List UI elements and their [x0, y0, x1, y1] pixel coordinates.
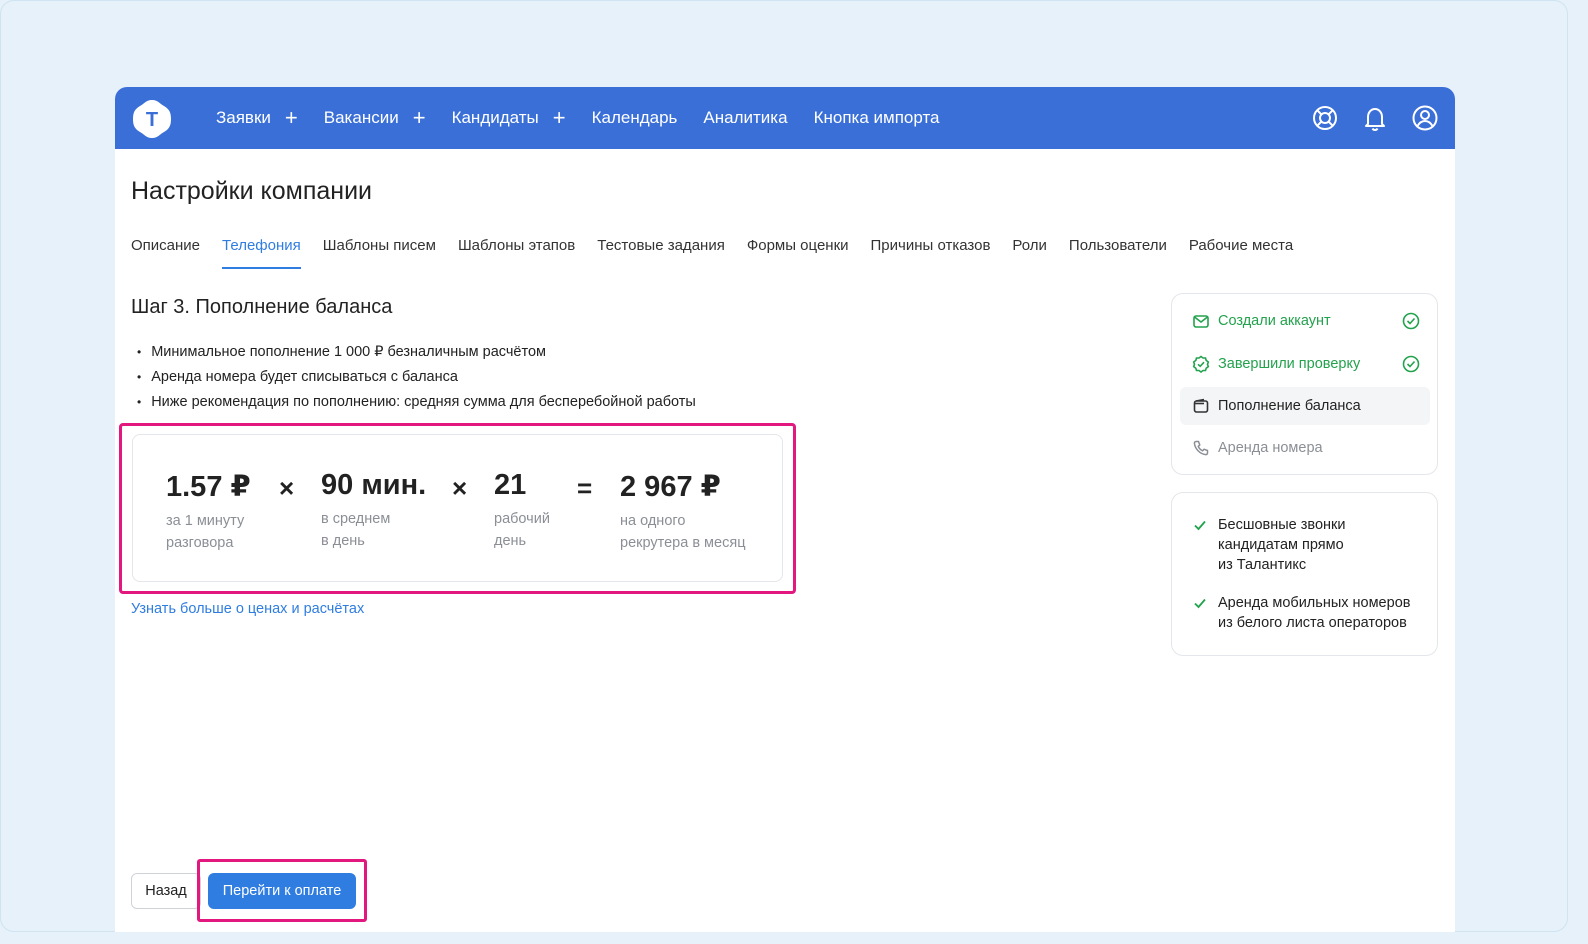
feature-line: из белого листа операторов [1218, 615, 1407, 631]
tab-test-tasks[interactable]: Тестовые задания [597, 237, 725, 269]
plus-icon[interactable]: + [413, 107, 426, 129]
plus-icon[interactable]: + [285, 107, 298, 129]
multiply-operator: × [452, 473, 468, 503]
wallet-icon [1193, 398, 1209, 413]
calc-value: 2 967 ₽ [620, 471, 721, 503]
nav-item-analytics[interactable]: Аналитика [703, 108, 787, 128]
learn-more-link[interactable]: Узнать больше о ценах и расчётах [131, 601, 364, 617]
help-lifebuoy-icon[interactable] [1311, 104, 1339, 132]
page-title: Настройки компании [131, 177, 373, 205]
nav-label: Аналитика [703, 108, 788, 127]
check-icon [1194, 598, 1206, 609]
feature-line: Бесшовные звонки [1218, 517, 1346, 533]
nav-label: Календарь [591, 108, 678, 127]
tab-roles[interactable]: Роли [1012, 237, 1047, 269]
calc-total: 2 967 ₽ на одного рекрутера в месяц [620, 469, 746, 554]
calc-value: 90 мин. [321, 469, 427, 501]
calc-caption: за 1 минуту [166, 513, 245, 529]
settings-tabs: Описание Телефония Шаблоны писем Шаблоны… [131, 237, 1315, 269]
list-item: • Минимальное пополнение 1 000 ₽ безнали… [137, 339, 696, 364]
tab-description[interactable]: Описание [131, 237, 200, 269]
calc-price-per-minute: 1.57 ₽ за 1 минуту разговора [166, 469, 251, 554]
feature-item: Аренда мобильных номеров из белого листа… [1192, 593, 1432, 633]
tab-email-templates[interactable]: Шаблоны писем [323, 237, 436, 269]
feature-item: Бесшовные звонки кандидатам прямо из Тал… [1192, 515, 1432, 575]
progress-step-number-rent: Аренда номера [1180, 429, 1430, 467]
calc-caption: разговора [166, 535, 234, 551]
bullet-dot: • [137, 394, 142, 409]
nav-item-calendar[interactable]: Календарь [592, 108, 678, 128]
calc-caption: день [494, 533, 527, 549]
bullet-dot: • [137, 369, 142, 384]
nav-item-import-button[interactable]: Кнопка импорта [814, 108, 940, 128]
back-button[interactable]: Назад [131, 873, 201, 909]
step-title: Шаг 3. Пополнение баланса [131, 296, 393, 318]
bullet-text: Аренда номера будет списываться с баланс… [151, 368, 458, 385]
list-item: • Аренда номера будет списываться с бала… [137, 364, 696, 389]
step-label: Создали аккаунт [1218, 313, 1331, 329]
check-circle-icon [1402, 355, 1420, 373]
feature-line: из Талантикс [1218, 557, 1307, 573]
logo-icon[interactable]: T [131, 98, 173, 140]
features-card: Бесшовные звонки кандидатам прямо из Тал… [1171, 492, 1438, 656]
bell-icon[interactable] [1361, 104, 1389, 132]
tab-evaluation-forms[interactable]: Формы оценки [747, 237, 849, 269]
calc-value: 1.57 ₽ [166, 471, 251, 503]
nav-label: Вакансии [323, 108, 399, 127]
info-bullets: • Минимальное пополнение 1 000 ₽ безнали… [137, 339, 696, 414]
tab-workplaces[interactable]: Рабочие места [1189, 237, 1293, 269]
phone-icon [1193, 440, 1209, 456]
top-icons [1289, 104, 1439, 132]
calc-caption: на одного [620, 513, 686, 529]
feature-line: кандидатам прямо [1218, 537, 1344, 553]
app-window: T Заявки + Вакансии + Кандидаты + Календ… [115, 87, 1455, 932]
bullet-text: Минимальное пополнение 1 000 ₽ безналичн… [151, 343, 547, 360]
progress-steps-card: Создали аккаунт Завершили проверку Попол… [1171, 293, 1438, 475]
progress-step-verification-done: Завершили проверку [1180, 345, 1430, 383]
user-profile-icon[interactable] [1411, 104, 1439, 132]
calc-value: 21 [494, 469, 527, 501]
go-to-payment-button[interactable]: Перейти к оплате [208, 873, 356, 909]
progress-step-account-created: Создали аккаунт [1180, 302, 1430, 340]
plus-icon[interactable]: + [553, 107, 566, 129]
feature-text: Аренда мобильных номеров из белого листа… [1218, 593, 1410, 633]
calc-caption: в среднем [321, 511, 391, 527]
tab-rejection-reasons[interactable]: Причины отказов [871, 237, 991, 269]
calculation-card: 1.57 ₽ за 1 минуту разговора × 90 мин. в… [132, 434, 783, 582]
calc-caption: рабочий [494, 511, 550, 527]
tab-users[interactable]: Пользователи [1069, 237, 1167, 269]
nav-item-requests[interactable]: Заявки + [216, 107, 298, 129]
bullet-dot: • [137, 344, 142, 359]
check-circle-icon [1402, 312, 1420, 330]
calc-caption: в день [321, 533, 365, 549]
equals-operator: = [577, 473, 593, 503]
progress-step-balance-topup: Пополнение баланса [1180, 387, 1430, 425]
mail-icon [1193, 315, 1209, 328]
multiply-operator: × [279, 473, 295, 503]
tab-stage-templates[interactable]: Шаблоны этапов [458, 237, 575, 269]
bullet-text: Ниже рекомендация по пополнению: средняя… [151, 393, 696, 410]
feature-text: Бесшовные звонки кандидатам прямо из Тал… [1218, 515, 1345, 575]
nav-item-vacancies[interactable]: Вакансии + [324, 107, 426, 129]
feature-line: Аренда мобильных номеров [1218, 595, 1411, 611]
calc-work-days: 21 рабочий день [494, 469, 550, 552]
nav-item-candidates[interactable]: Кандидаты + [452, 107, 566, 129]
main-nav: Заявки + Вакансии + Кандидаты + Календар… [216, 87, 966, 149]
step-label: Пополнение баланса [1218, 398, 1361, 414]
list-item: • Ниже рекомендация по пополнению: средн… [137, 389, 696, 414]
nav-label: Заявки [216, 108, 271, 127]
step-label: Аренда номера [1218, 440, 1323, 456]
calc-minutes-per-day: 90 мин. в среднем в день [321, 469, 426, 552]
nav-label: Кандидаты [451, 108, 539, 127]
step-label: Завершили проверку [1218, 356, 1361, 372]
logo-letter: T [146, 109, 158, 131]
nav-label: Кнопка импорта [813, 108, 940, 127]
check-icon [1194, 520, 1206, 531]
calc-caption: рекрутера в месяц [620, 535, 746, 551]
tab-telephony[interactable]: Телефония [222, 237, 301, 269]
top-navbar: T Заявки + Вакансии + Кандидаты + Календ… [115, 87, 1455, 149]
verified-badge-icon [1192, 355, 1210, 373]
